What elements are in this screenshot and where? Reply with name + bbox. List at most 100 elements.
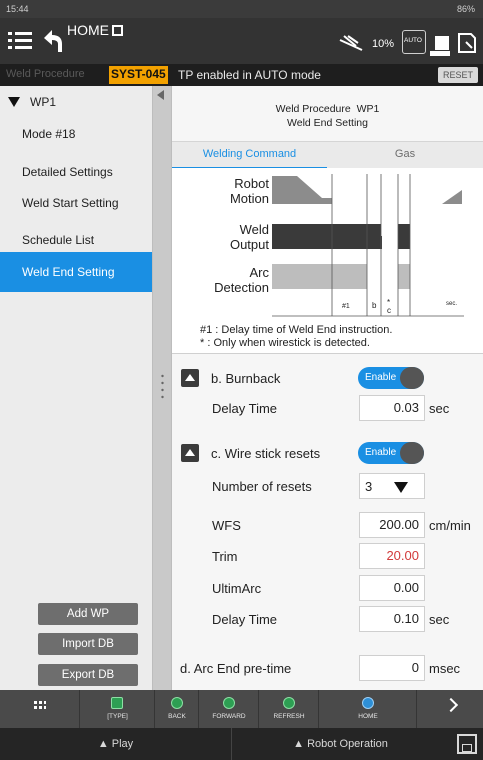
forward-label: FORWARD xyxy=(212,713,246,720)
tab-bar: Welding Command Gas xyxy=(172,141,483,169)
sidebar-item-label: Weld End Setting xyxy=(22,265,115,279)
title-procedure-value: WP1 xyxy=(356,103,380,115)
save-icon[interactable] xyxy=(457,734,477,754)
toggle-label: Enable xyxy=(365,447,397,458)
toggle-knob xyxy=(400,367,424,389)
pendant-icon[interactable] xyxy=(430,36,450,58)
burnback-delay-unit: sec xyxy=(429,401,450,416)
resets-select[interactable]: 3 xyxy=(359,473,425,499)
export-db-button[interactable]: Export DB xyxy=(38,664,138,686)
arc-end-pretime-field[interactable]: 0 xyxy=(359,655,425,681)
menu-icon[interactable] xyxy=(8,30,32,52)
sidebar-item-weld-end-setting[interactable]: Weld End Setting xyxy=(0,252,152,292)
ultimarc-field[interactable]: 0.00 xyxy=(359,575,425,601)
diagram-note-1: #1 : Delay time of Weld End instruction. xyxy=(200,324,393,336)
dropdown-arrow-icon xyxy=(394,482,408,493)
arc-end-pretime-label: d. Arc End pre-time xyxy=(180,661,292,676)
wfs-field[interactable]: 200.00 xyxy=(359,512,425,538)
wfs-unit: cm/min xyxy=(429,518,471,533)
dropdown-box-icon xyxy=(112,25,123,36)
wirestick-collapse-button[interactable] xyxy=(181,444,199,462)
clock: 15:44 xyxy=(6,4,29,14)
next-page-button[interactable] xyxy=(417,690,483,728)
collapse-triangle-icon xyxy=(8,97,20,107)
auto-mode-icon: AUTO xyxy=(402,30,426,54)
status-message: TP enabled in AUTO mode xyxy=(178,68,321,82)
burnback-enable-toggle[interactable]: Enable xyxy=(358,367,424,389)
sidebar-item-label: Detailed Settings xyxy=(22,165,113,179)
bottom-bar: ▲ Play ▲ Robot Operation xyxy=(0,728,483,760)
title-setting: Weld End Setting xyxy=(287,117,368,129)
burnback-delay-field[interactable]: 0.03 xyxy=(359,395,425,421)
tab-gas[interactable]: Gas xyxy=(327,142,483,169)
main-panel: Weld Procedure WP1 Weld End Setting Weld… xyxy=(172,86,483,690)
wfs-label: WFS xyxy=(212,518,241,533)
procedure-label: Weld Procedure xyxy=(6,68,85,80)
forward-icon xyxy=(222,697,235,709)
toggle-label: Enable xyxy=(365,372,397,383)
sidebar-item-label: Mode #18 xyxy=(22,127,76,141)
type-icon xyxy=(111,697,123,709)
system-status-bar: 15:44 86% xyxy=(0,0,483,18)
play-button[interactable]: ▲ Play xyxy=(0,728,232,760)
program-status-line: Weld Procedure SYST-045 TP enabled in AU… xyxy=(0,64,483,86)
forward-button[interactable]: FORWARD xyxy=(199,690,259,728)
home-title[interactable]: HOME xyxy=(67,22,123,38)
robot-operation-button[interactable]: ▲ Robot Operation xyxy=(233,728,448,760)
trim-label: Trim xyxy=(212,549,238,564)
trim-field[interactable]: 20.00 xyxy=(359,543,425,569)
signal-percent: 10% xyxy=(372,38,395,50)
refresh-label: REFRESH xyxy=(273,713,305,720)
page-title: Weld Procedure WP1 Weld End Setting xyxy=(172,102,483,130)
function-toolbar: [TYPE] BACK FORWARD REFRESH HOME xyxy=(0,690,483,728)
import-db-button[interactable]: Import DB xyxy=(38,633,138,655)
title-procedure-label: Weld Procedure xyxy=(275,103,351,115)
add-wp-button[interactable]: Add WP xyxy=(38,603,138,625)
tab-label: Gas xyxy=(394,148,416,160)
back-arrow-icon[interactable] xyxy=(40,28,64,54)
grid-icon xyxy=(34,701,46,709)
resets-select-value: 3 xyxy=(365,479,373,494)
wirestick-enable-toggle[interactable]: Enable xyxy=(358,442,424,464)
diagram-note-2: * : Only when wirestick is detected. xyxy=(200,337,370,349)
settings-panel: b. Burnback Enable Delay Time 0.03 sec c… xyxy=(172,355,483,690)
label-detection: Detection xyxy=(214,280,269,295)
sidebar-item-weld-start-setting[interactable]: Weld Start Setting xyxy=(0,183,152,223)
save-icon-slot xyxy=(462,744,472,752)
pane-splitter[interactable] xyxy=(152,86,172,690)
back-button[interactable]: BACK xyxy=(155,690,199,728)
wirestick-label: c. Wire stick resets xyxy=(211,446,321,461)
grid-menu-button[interactable] xyxy=(0,690,80,728)
home-button[interactable]: HOME xyxy=(319,690,417,728)
collapse-sidebar-icon[interactable] xyxy=(157,90,164,100)
toggle-knob xyxy=(400,442,424,464)
tree-root[interactable]: WP1 xyxy=(8,95,56,115)
sidebar-item-label: Weld Start Setting xyxy=(22,196,119,210)
app-header: HOME 10% AUTO xyxy=(0,18,483,64)
no-signal-icon xyxy=(338,34,364,52)
back-icon xyxy=(170,697,183,709)
tick-sec: sec. xyxy=(446,301,458,307)
label-output: Output xyxy=(229,237,269,252)
window-shrink-icon[interactable] xyxy=(457,32,477,54)
refresh-button[interactable]: REFRESH xyxy=(259,690,319,728)
label-arc: Arc xyxy=(249,265,270,280)
refresh-icon xyxy=(282,697,295,709)
wirestick-delay-unit: sec xyxy=(429,612,450,627)
program-badge: SYST-045 xyxy=(109,66,168,84)
label-motion: Motion xyxy=(229,191,269,206)
resets-label: Number of resets xyxy=(212,479,312,494)
burnback-delay-label: Delay Time xyxy=(212,401,278,416)
type-button[interactable]: [TYPE] xyxy=(80,690,155,728)
drag-handle-icon[interactable] xyxy=(161,374,164,400)
chevron-right-icon xyxy=(443,697,459,713)
wirestick-delay-field[interactable]: 0.10 xyxy=(359,606,425,632)
sidebar-item-mode[interactable]: Mode #18 xyxy=(0,114,152,154)
back-label: BACK xyxy=(168,713,186,720)
tab-welding-command[interactable]: Welding Command xyxy=(172,142,327,169)
burnback-collapse-button[interactable] xyxy=(181,369,199,387)
tick-delay: #1 xyxy=(342,303,350,310)
sidebar: WP1 Mode #18 Detailed Settings Weld Star… xyxy=(0,86,152,690)
label-weld: Weld xyxy=(239,222,269,237)
reset-button[interactable]: RESET xyxy=(438,67,478,83)
